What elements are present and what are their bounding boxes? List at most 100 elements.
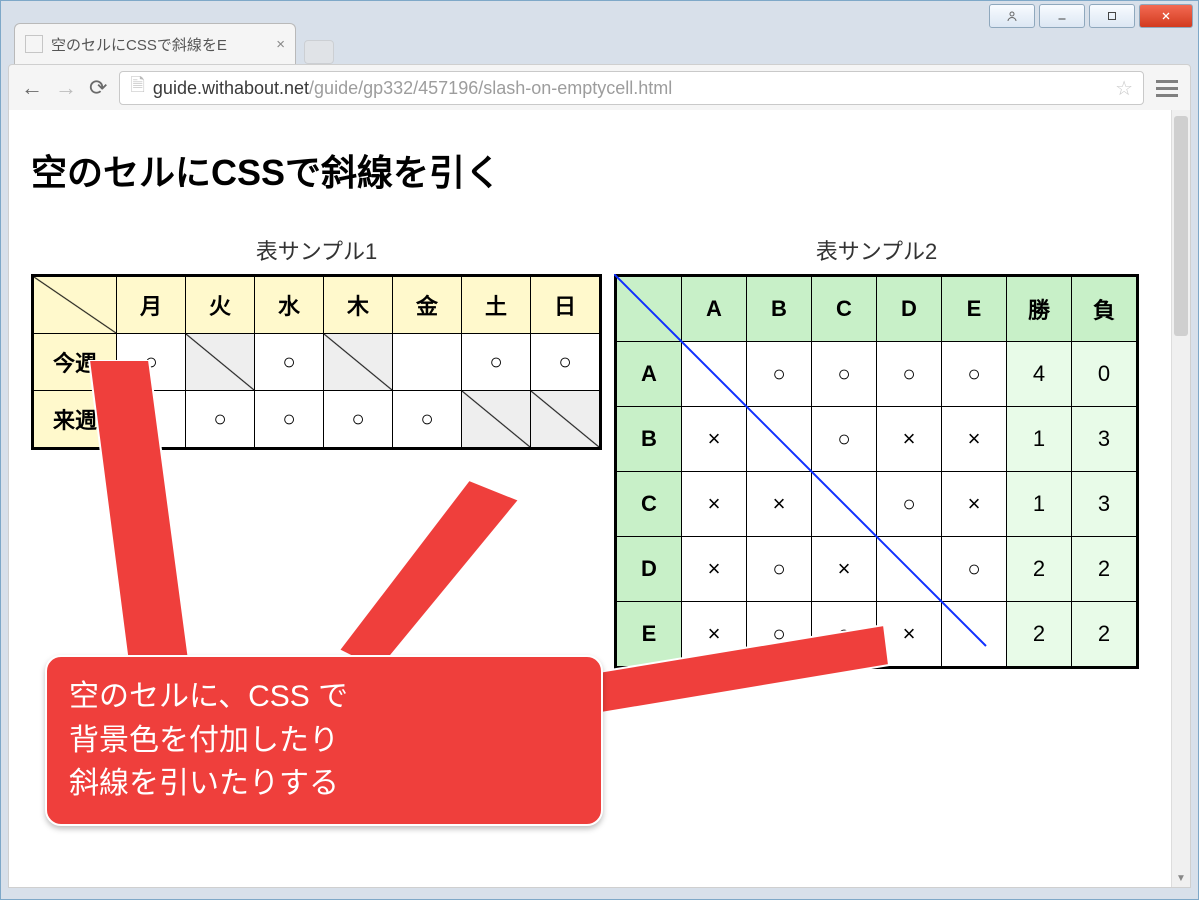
table-cell: 2 [1072, 602, 1138, 668]
table-cell: ○ [462, 334, 531, 391]
scroll-thumb[interactable] [1174, 116, 1188, 336]
address-bar[interactable]: 🗎 guide.withabout.net/guide/gp332/457196… [119, 71, 1144, 105]
table-corner-cell [616, 276, 682, 342]
table-col-header: 土 [462, 276, 531, 334]
hamburger-menu-icon[interactable] [1156, 80, 1178, 97]
table-cell: ○ [877, 342, 942, 407]
close-button[interactable] [1139, 4, 1193, 28]
table-cell [531, 391, 601, 449]
sample-table-1: 月火水木金土日今週○○○○来週○○○○○ [31, 274, 602, 450]
table-cell: ○ [186, 391, 255, 449]
table-cell: 3 [1072, 407, 1138, 472]
table-1-box: 表サンプル1 月火水木金土日今週○○○○来週○○○○○ [31, 234, 602, 669]
table-cell: × [942, 472, 1007, 537]
table-cell: × [682, 407, 747, 472]
tab-active[interactable]: 空のセルにCSSで斜線をE × [14, 23, 296, 64]
browser-window: 空のセルにCSSで斜線をE × ← → ⟳ 🗎 guide.withabout.… [0, 0, 1199, 900]
table-row-header: C [616, 472, 682, 537]
table-cell: ○ [942, 537, 1007, 602]
table-cell: 1 [1007, 472, 1072, 537]
maximize-button[interactable] [1089, 4, 1135, 28]
table-cell [747, 407, 812, 472]
tab-strip: 空のセルにCSSで斜線をE × [14, 30, 1185, 64]
table-cell: ○ [812, 342, 877, 407]
bubble-line-1: 空のセルに、CSS で [69, 675, 579, 719]
table-cell: ○ [942, 342, 1007, 407]
file-icon: 🗎 [130, 73, 144, 103]
url-path: /guide/gp332/457196/slash-on-emptycell.h… [309, 78, 672, 99]
tab-title: 空のセルにCSSで斜線をE [51, 34, 268, 55]
forward-button[interactable]: → [55, 75, 77, 101]
table-cell: ○ [812, 407, 877, 472]
table-cell [393, 334, 462, 391]
table-col-header: E [942, 276, 1007, 342]
new-tab-button[interactable] [304, 40, 334, 64]
table-cell [324, 334, 393, 391]
table-cell: 4 [1007, 342, 1072, 407]
table-row-header: 今週 [33, 334, 117, 391]
window-controls [989, 0, 1199, 30]
table-col-header: 金 [393, 276, 462, 334]
table-col-header: C [812, 276, 877, 342]
table-cell [877, 537, 942, 602]
scrollbar[interactable]: ▲ ▼ [1171, 110, 1190, 887]
table-2-caption: 表サンプル2 [816, 234, 938, 266]
table-cell: ○ [117, 391, 186, 449]
user-button[interactable] [989, 4, 1035, 28]
table-cell: ○ [117, 334, 186, 391]
table-cell: ○ [747, 342, 812, 407]
back-button[interactable]: ← [21, 75, 43, 101]
sample-table-2: ABCDE勝負A○○○○40B×○××13C××○×13D×○×○22E×○○×… [614, 274, 1139, 669]
table-col-header: 負 [1072, 276, 1138, 342]
table-cell: × [682, 472, 747, 537]
table-col-header: 火 [186, 276, 255, 334]
table-cell: × [877, 602, 942, 668]
table-col-header: 勝 [1007, 276, 1072, 342]
page-title: 空のセルにCSSで斜線を引く [31, 144, 1168, 196]
table-cell [462, 391, 531, 449]
table-cell: 0 [1072, 342, 1138, 407]
table-cell [942, 602, 1007, 668]
page-favicon-icon [25, 35, 43, 53]
table-cell: 2 [1007, 537, 1072, 602]
table-col-header: 木 [324, 276, 393, 334]
table-cell: 2 [1072, 537, 1138, 602]
table-cell: × [682, 602, 747, 668]
table-col-header: 日 [531, 276, 601, 334]
table-cell: ○ [324, 391, 393, 449]
table-cell: ○ [255, 391, 324, 449]
close-tab-icon[interactable]: × [276, 36, 285, 53]
table-row-header: E [616, 602, 682, 668]
bubble-line-2: 背景色を付加したり [69, 719, 579, 763]
table-row-header: D [616, 537, 682, 602]
table-cell [812, 472, 877, 537]
table-cell: ○ [747, 602, 812, 668]
table-cell: 3 [1072, 472, 1138, 537]
table-cell: ○ [393, 391, 462, 449]
table-cell: ○ [255, 334, 324, 391]
table-cell: × [877, 407, 942, 472]
page-viewport: ▲ ▼ 空のセルにCSSで斜線を引く 表サンプル1 月火水木金土日今週○○○○来… [8, 110, 1191, 888]
table-col-header: 水 [255, 276, 324, 334]
table-col-header: A [682, 276, 747, 342]
tables-row: 表サンプル1 月火水木金土日今週○○○○来週○○○○○ 表サンプル2 ABCDE… [31, 234, 1168, 669]
table-cell: ○ [531, 334, 601, 391]
table-row-header: A [616, 342, 682, 407]
callout-bubble: 空のセルに、CSS で 背景色を付加したり 斜線を引いたりする [45, 655, 603, 826]
table-cell: ○ [812, 602, 877, 668]
table-row-header: 来週 [33, 391, 117, 449]
table-cell [682, 342, 747, 407]
bookmark-star-icon[interactable]: ☆ [1115, 76, 1133, 101]
table-cell: × [812, 537, 877, 602]
scroll-down-icon[interactable]: ▼ [1172, 869, 1190, 887]
table-cell: ○ [747, 537, 812, 602]
toolbar: ← → ⟳ 🗎 guide.withabout.net/guide/gp332/… [8, 64, 1191, 112]
table-col-header: D [877, 276, 942, 342]
reload-button[interactable]: ⟳ [89, 75, 107, 101]
minimize-button[interactable] [1039, 4, 1085, 28]
table-col-header: B [747, 276, 812, 342]
table-col-header: 月 [117, 276, 186, 334]
table-cell: × [942, 407, 1007, 472]
table-cell: × [682, 537, 747, 602]
table-corner-cell [33, 276, 117, 334]
